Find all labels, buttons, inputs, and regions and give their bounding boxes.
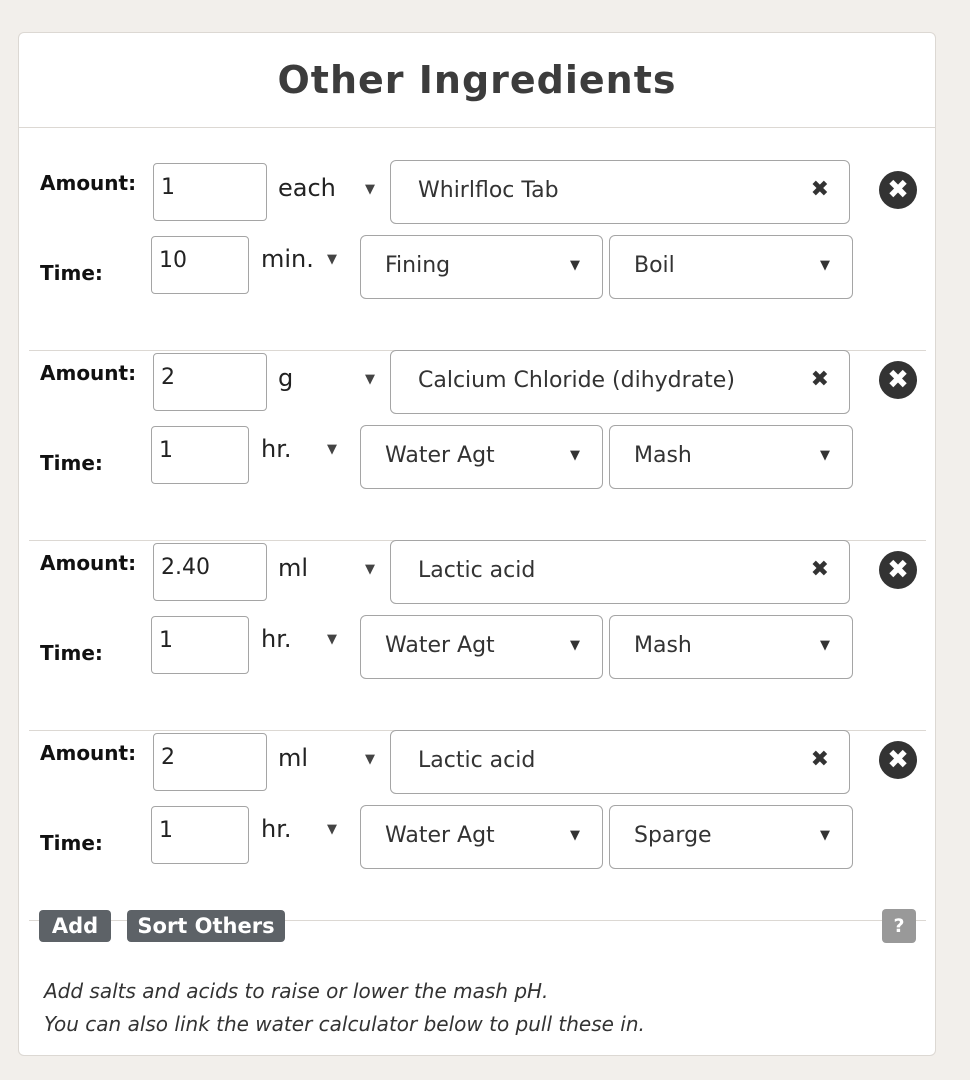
ingredient-name-select[interactable]: Calcium Chloride (dihydrate) ✖ <box>390 350 850 414</box>
amount-input[interactable]: 1 <box>153 163 267 221</box>
amount-unit[interactable]: each <box>278 174 336 202</box>
use-select[interactable]: Mash ▼ <box>609 615 853 679</box>
chevron-down-icon: ▼ <box>820 448 830 463</box>
type-value: Fining <box>385 253 451 278</box>
amount-unit-dropdown-icon[interactable]: ▼ <box>365 372 375 387</box>
remove-ingredient-button[interactable]: ✖ <box>879 551 917 589</box>
amount-input[interactable]: 2 <box>153 353 267 411</box>
use-select[interactable]: Mash ▼ <box>609 425 853 489</box>
clear-icon[interactable]: ✖ <box>811 367 829 392</box>
ingredient-name: Whirlfloc Tab <box>418 178 559 203</box>
ingredient-row: Amount: 1 each ▼ Whirlfloc Tab ✖ ✖ Time:… <box>29 160 926 351</box>
sort-others-button[interactable]: Sort Others <box>127 910 285 942</box>
time-input[interactable]: 10 <box>151 236 249 294</box>
amount-label: Amount: <box>40 171 137 195</box>
type-value: Water Agt <box>385 633 495 658</box>
amount-label: Amount: <box>40 551 137 575</box>
use-value: Boil <box>634 253 675 278</box>
use-select[interactable]: Boil ▼ <box>609 235 853 299</box>
help-note-line: You can also link the water calculator b… <box>44 1012 645 1036</box>
ingredient-name: Lactic acid <box>418 748 536 773</box>
chevron-down-icon: ▼ <box>570 448 580 463</box>
panel-title: Other Ingredients <box>19 33 935 128</box>
amount-unit-dropdown-icon[interactable]: ▼ <box>365 182 375 197</box>
amount-input[interactable]: 2 <box>153 733 267 791</box>
time-unit[interactable]: min. <box>261 245 314 273</box>
time-label: Time: <box>40 451 103 475</box>
time-label: Time: <box>40 261 103 285</box>
amount-label: Amount: <box>40 361 137 385</box>
clear-icon[interactable]: ✖ <box>811 557 829 582</box>
chevron-down-icon: ▼ <box>570 638 580 653</box>
use-select[interactable]: Sparge ▼ <box>609 805 853 869</box>
chevron-down-icon: ▼ <box>570 828 580 843</box>
amount-unit-dropdown-icon[interactable]: ▼ <box>365 562 375 577</box>
remove-ingredient-button[interactable]: ✖ <box>879 171 917 209</box>
remove-ingredient-button[interactable]: ✖ <box>879 741 917 779</box>
remove-circle-icon: ✖ <box>887 555 909 585</box>
chevron-down-icon: ▼ <box>820 258 830 273</box>
use-value: Mash <box>634 443 692 468</box>
chevron-down-icon: ▼ <box>570 258 580 273</box>
chevron-down-icon: ▼ <box>820 828 830 843</box>
amount-unit[interactable]: ml <box>278 554 308 582</box>
clear-icon[interactable]: ✖ <box>811 177 829 202</box>
ingredient-name-select[interactable]: Lactic acid ✖ <box>390 730 850 794</box>
remove-circle-icon: ✖ <box>887 365 909 395</box>
time-unit-dropdown-icon[interactable]: ▼ <box>327 252 337 267</box>
clear-icon[interactable]: ✖ <box>811 747 829 772</box>
type-value: Water Agt <box>385 443 495 468</box>
time-input[interactable]: 1 <box>151 426 249 484</box>
time-unit-dropdown-icon[interactable]: ▼ <box>327 442 337 457</box>
use-value: Sparge <box>634 823 712 848</box>
help-button[interactable]: ? <box>882 909 916 943</box>
amount-label: Amount: <box>40 741 137 765</box>
remove-circle-icon: ✖ <box>887 745 909 775</box>
remove-circle-icon: ✖ <box>887 175 909 205</box>
amount-unit[interactable]: ml <box>278 744 308 772</box>
ingredient-row: Amount: 2 ml ▼ Lactic acid ✖ ✖ Time: 1 h… <box>29 730 926 921</box>
ingredient-name-select[interactable]: Lactic acid ✖ <box>390 540 850 604</box>
amount-input[interactable]: 2.40 <box>153 543 267 601</box>
ingredient-row: Amount: 2 g ▼ Calcium Chloride (dihydrat… <box>29 350 926 541</box>
time-unit[interactable]: hr. <box>261 625 292 653</box>
time-input[interactable]: 1 <box>151 616 249 674</box>
time-unit[interactable]: hr. <box>261 435 292 463</box>
type-select[interactable]: Water Agt ▼ <box>360 805 603 869</box>
ingredient-name-select[interactable]: Whirlfloc Tab ✖ <box>390 160 850 224</box>
amount-unit[interactable]: g <box>278 364 293 392</box>
time-unit-dropdown-icon[interactable]: ▼ <box>327 822 337 837</box>
chevron-down-icon: ▼ <box>820 638 830 653</box>
help-note: Add salts and acids to raise or lower th… <box>44 975 645 1041</box>
time-label: Time: <box>40 831 103 855</box>
type-select[interactable]: Fining ▼ <box>360 235 603 299</box>
time-unit-dropdown-icon[interactable]: ▼ <box>327 632 337 647</box>
time-unit[interactable]: hr. <box>261 815 292 843</box>
ingredient-row: Amount: 2.40 ml ▼ Lactic acid ✖ ✖ Time: … <box>29 540 926 731</box>
remove-ingredient-button[interactable]: ✖ <box>879 361 917 399</box>
type-select[interactable]: Water Agt ▼ <box>360 425 603 489</box>
time-label: Time: <box>40 641 103 665</box>
ingredient-name: Calcium Chloride (dihydrate) <box>418 368 735 393</box>
other-ingredients-panel: Other Ingredients Amount: 1 each ▼ Whirl… <box>18 32 936 1056</box>
type-value: Water Agt <box>385 823 495 848</box>
amount-unit-dropdown-icon[interactable]: ▼ <box>365 752 375 767</box>
type-select[interactable]: Water Agt ▼ <box>360 615 603 679</box>
use-value: Mash <box>634 633 692 658</box>
time-input[interactable]: 1 <box>151 806 249 864</box>
help-note-line: Add salts and acids to raise or lower th… <box>44 979 549 1003</box>
ingredient-name: Lactic acid <box>418 558 536 583</box>
add-button[interactable]: Add <box>39 910 111 942</box>
